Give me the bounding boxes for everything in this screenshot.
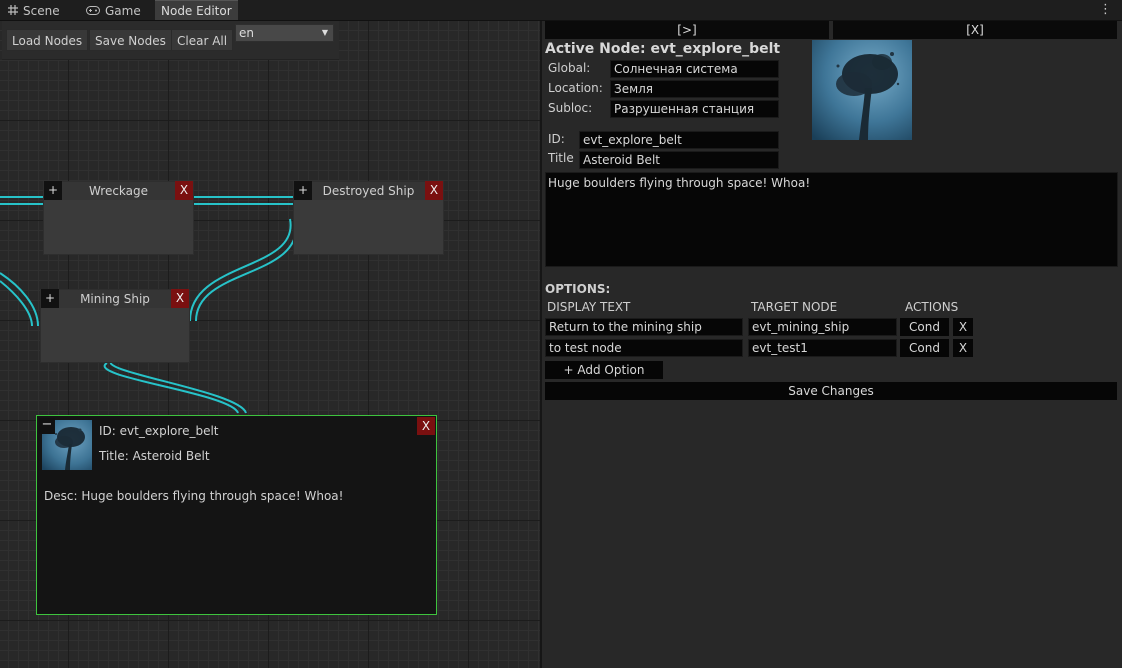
option-remove-button[interactable]: X bbox=[953, 318, 973, 336]
add-link-button[interactable]: + bbox=[44, 181, 62, 200]
collapse-node-button[interactable]: − bbox=[39, 418, 55, 434]
language-select[interactable]: en ▼ bbox=[235, 24, 334, 42]
tab-scene-label: Scene bbox=[23, 4, 60, 18]
load-nodes-button[interactable]: Load Nodes bbox=[6, 29, 89, 51]
grid-icon bbox=[8, 1, 18, 23]
clear-all-button[interactable]: Clear All bbox=[171, 29, 234, 51]
node-title-text: Title: Asteroid Belt bbox=[99, 449, 210, 463]
option-cond-button[interactable]: Cond bbox=[900, 318, 949, 336]
link-mining-active-a bbox=[109, 359, 247, 414]
node-destroyed-ship[interactable]: + Destroyed Ship X bbox=[293, 181, 444, 255]
node-wreckage[interactable]: + Wreckage X bbox=[43, 181, 194, 255]
delete-node-button[interactable]: X bbox=[175, 181, 193, 200]
close-panel-button[interactable]: [X] bbox=[833, 21, 1117, 39]
location-label: Location: bbox=[548, 81, 603, 95]
gamepad-icon bbox=[86, 1, 100, 23]
id-label: ID: bbox=[548, 132, 565, 146]
link-left-mining-b bbox=[0, 280, 33, 327]
expand-panel-button[interactable]: [>] bbox=[545, 21, 829, 39]
col-actions: ACTIONS bbox=[905, 300, 959, 314]
col-target-node: TARGET NODE bbox=[751, 300, 838, 314]
language-value: en bbox=[239, 26, 254, 40]
col-display-text: DISPLAY TEXT bbox=[547, 300, 631, 314]
editor-toolbar: Load Nodes Save Nodes Clear All en ▼ bbox=[2, 21, 339, 60]
option-cond-button[interactable]: Cond bbox=[900, 339, 949, 357]
node-mining-ship[interactable]: + Mining Ship X bbox=[40, 289, 190, 363]
delete-node-button[interactable]: X bbox=[171, 289, 189, 308]
link-destroyed-mining-a bbox=[189, 218, 292, 322]
options-heading: OPTIONS: bbox=[545, 282, 611, 296]
more-options-icon[interactable]: ⋮ bbox=[1099, 2, 1112, 18]
tab-bar: Scene Game Node Editor ⋮ bbox=[0, 0, 1122, 21]
save-changes-button[interactable]: Save Changes bbox=[545, 382, 1117, 400]
global-field[interactable]: Солнечная система bbox=[610, 60, 779, 78]
inspector-panel: [>] [X] Active Node: evt_explore_belt Gl… bbox=[540, 21, 1122, 668]
option-text-field[interactable]: Return to the mining ship bbox=[545, 318, 743, 336]
description-textarea[interactable]: Huge boulders flying through space! Whoa… bbox=[545, 172, 1118, 267]
title-label: Title bbox=[548, 151, 574, 165]
add-link-button[interactable]: + bbox=[41, 289, 59, 308]
subloc-label: Subloc: bbox=[548, 101, 593, 115]
subloc-field[interactable]: Разрушенная станция bbox=[610, 100, 779, 118]
option-remove-button[interactable]: X bbox=[953, 339, 973, 357]
link-destroyed-mining-b bbox=[195, 218, 298, 322]
node-explore-belt-expanded[interactable]: − X ID: evt_explore_belt Title: Asteroid… bbox=[36, 415, 437, 615]
option-target-field[interactable]: evt_mining_ship bbox=[748, 318, 897, 336]
delete-node-button[interactable]: X bbox=[425, 181, 443, 200]
node-canvas[interactable]: Load Nodes Save Nodes Clear All en ▼ + W… bbox=[0, 21, 540, 668]
location-field[interactable]: Земля bbox=[610, 80, 779, 98]
node-id-text: ID: evt_explore_belt bbox=[99, 424, 219, 438]
delete-node-button[interactable]: X bbox=[417, 417, 435, 435]
add-link-button[interactable]: + bbox=[294, 181, 312, 200]
tab-scene[interactable]: Scene bbox=[8, 0, 60, 20]
option-text-field[interactable]: to test node bbox=[545, 339, 743, 357]
tab-node-editor[interactable]: Node Editor bbox=[155, 0, 238, 20]
tab-node-editor-label: Node Editor bbox=[161, 4, 232, 18]
node-title: Wreckage bbox=[88, 184, 149, 198]
add-option-button[interactable]: + Add Option bbox=[545, 361, 663, 379]
save-nodes-button[interactable]: Save Nodes bbox=[89, 29, 172, 51]
node-title: Destroyed Ship bbox=[322, 184, 415, 198]
tab-game[interactable]: Game bbox=[86, 0, 141, 20]
option-target-field[interactable]: evt_test1 bbox=[748, 339, 897, 357]
node-title: Mining Ship bbox=[80, 292, 150, 306]
global-label: Global: bbox=[548, 61, 591, 75]
title-field[interactable]: Asteroid Belt bbox=[579, 151, 779, 169]
node-desc-text: Desc: Huge boulders flying through space… bbox=[44, 489, 344, 503]
active-node-heading: Active Node: evt_explore_belt bbox=[545, 41, 781, 57]
tab-game-label: Game bbox=[105, 4, 141, 18]
node-image-preview[interactable] bbox=[812, 40, 912, 140]
chevron-down-icon: ▼ bbox=[321, 28, 328, 37]
id-field[interactable]: evt_explore_belt bbox=[579, 131, 779, 149]
